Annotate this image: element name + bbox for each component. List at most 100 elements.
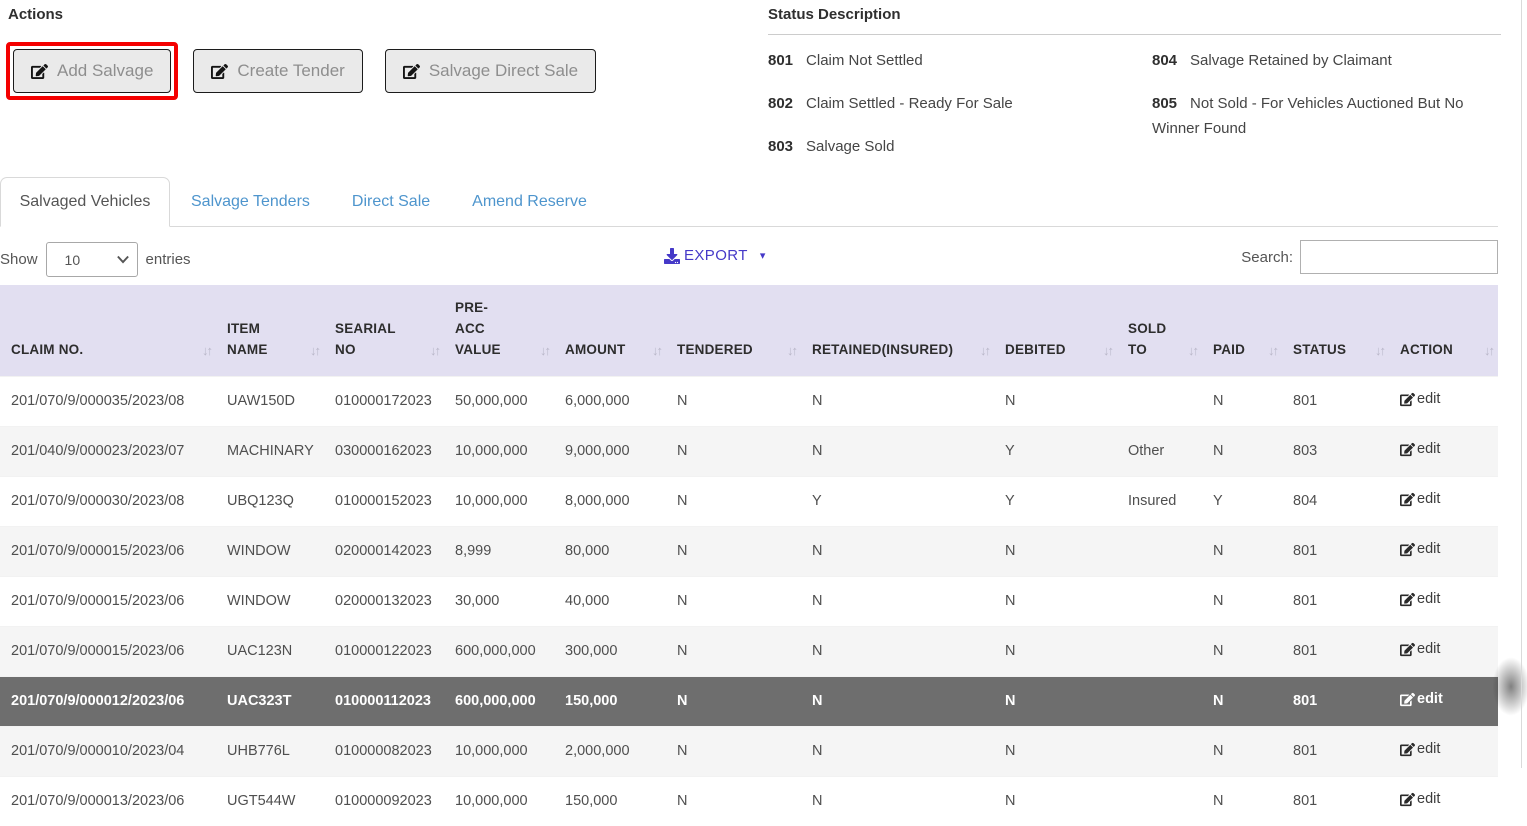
status-text: Claim Not Settled xyxy=(806,52,923,69)
column-header-sold-to[interactable]: SOLD TO ↓↑ xyxy=(1117,285,1202,377)
edit-label: edit xyxy=(1417,377,1440,422)
action-cell: edit xyxy=(1389,477,1498,527)
table-row[interactable]: 201/070/9/000015/2023/06UAC123N010000122… xyxy=(0,627,1498,677)
cell-serial-no: 010000082023 xyxy=(324,727,444,777)
table-body: 201/070/9/000035/2023/08UAW150D010000172… xyxy=(0,377,1498,826)
export-button[interactable]: EXPORT ▾ xyxy=(664,247,765,264)
cell-retained-insured: N xyxy=(801,577,994,627)
table-row[interactable]: 201/070/9/000013/2023/06UGT544W010000092… xyxy=(0,777,1498,826)
cell-status: 803 xyxy=(1282,427,1389,477)
cell-claim-no: 201/070/9/000030/2023/08 xyxy=(0,477,216,527)
action-cell: edit xyxy=(1389,577,1498,627)
edit-link[interactable]: edit xyxy=(1400,777,1440,822)
cell-paid: N xyxy=(1202,577,1282,627)
sort-icon: ↓↑ xyxy=(980,340,989,361)
edit-link[interactable]: edit xyxy=(1400,627,1440,672)
entries-label: entries xyxy=(146,251,191,268)
status-code: 802 xyxy=(768,95,793,112)
sort-icon: ↓↑ xyxy=(1375,340,1384,361)
page-right-edge xyxy=(1521,0,1522,768)
status-text: Salvage Retained by Claimant xyxy=(1190,52,1392,69)
cell-amount: 150,000 xyxy=(554,777,666,826)
table-row[interactable]: 201/070/9/000030/2023/08UBQ123Q010000152… xyxy=(0,477,1498,527)
action-cell: edit xyxy=(1389,427,1498,477)
cell-status: 801 xyxy=(1282,727,1389,777)
column-header-status[interactable]: STATUS ↓↑ xyxy=(1282,285,1389,377)
table-row[interactable]: 201/070/9/000012/2023/06UAC323T010000112… xyxy=(0,677,1498,727)
edit-link[interactable]: edit xyxy=(1400,677,1443,722)
table-row[interactable]: 201/070/9/000015/2023/06WINDOW0200001320… xyxy=(0,577,1498,627)
cell-paid: Y xyxy=(1202,477,1282,527)
tab-direct-sale[interactable]: Direct Sale xyxy=(331,177,451,226)
salvage-direct-sale-button[interactable]: Salvage Direct Sale xyxy=(385,49,596,93)
cell-item-name: UAC123N xyxy=(216,627,324,677)
status-code: 804 xyxy=(1152,52,1177,69)
cell-claim-no: 201/070/9/000012/2023/06 xyxy=(0,677,216,727)
cell-claim-no: 201/070/9/000035/2023/08 xyxy=(0,377,216,427)
tab-salvage-tenders[interactable]: Salvage Tenders xyxy=(170,177,331,226)
sort-icon: ↓↑ xyxy=(1484,340,1493,361)
column-header-action[interactable]: ACTION ↓↑ xyxy=(1389,285,1498,377)
edit-icon xyxy=(1400,492,1415,507)
status-item: 803Salvage Sold xyxy=(768,134,1152,159)
tab-amend-reserve[interactable]: Amend Reserve xyxy=(451,177,608,226)
column-header-serial-no[interactable]: SEARIAL NO ↓↑ xyxy=(324,285,444,377)
salvaged-vehicles-table: CLAIM NO. ↓↑ ITEM NAME ↓↑ SEARIAL NO ↓↑ … xyxy=(0,285,1498,826)
cell-debited: Y xyxy=(994,427,1117,477)
status-column-right: 804Salvage Retained by Claimant 805Not S… xyxy=(1152,48,1497,177)
column-header-retained-insured[interactable]: RETAINED(INSURED) ↓↑ xyxy=(801,285,994,377)
cell-status: 801 xyxy=(1282,627,1389,677)
cell-amount: 8,000,000 xyxy=(554,477,666,527)
sort-icon: ↓↑ xyxy=(1268,340,1277,361)
caret-down-icon: ▾ xyxy=(760,249,766,262)
edit-link[interactable]: edit xyxy=(1400,477,1440,522)
cell-pre-acc-value: 50,000,000 xyxy=(444,377,554,427)
table-header-row: CLAIM NO. ↓↑ ITEM NAME ↓↑ SEARIAL NO ↓↑ … xyxy=(0,285,1498,377)
column-header-amount[interactable]: AMOUNT ↓↑ xyxy=(554,285,666,377)
status-item: 802Claim Settled - Ready For Sale xyxy=(768,91,1152,116)
edit-link[interactable]: edit xyxy=(1400,527,1440,572)
sort-icon: ↓↑ xyxy=(430,340,439,361)
cell-sold-to: Other xyxy=(1117,427,1202,477)
cell-debited: N xyxy=(994,677,1117,727)
edit-link[interactable]: edit xyxy=(1400,577,1440,622)
add-salvage-button[interactable]: Add Salvage xyxy=(13,49,171,93)
table-row[interactable]: 201/070/9/000015/2023/06WINDOW0200001420… xyxy=(0,527,1498,577)
edit-icon xyxy=(1400,442,1415,457)
edit-link[interactable]: edit xyxy=(1400,377,1440,422)
cell-sold-to xyxy=(1117,777,1202,826)
column-header-paid[interactable]: PAID ↓↑ xyxy=(1202,285,1282,377)
cell-claim-no: 201/070/9/000015/2023/06 xyxy=(0,527,216,577)
column-header-claim-no[interactable]: CLAIM NO. ↓↑ xyxy=(0,285,216,377)
cell-tendered: N xyxy=(666,477,801,527)
search-input[interactable] xyxy=(1300,240,1498,274)
column-header-label: ITEM NAME xyxy=(227,318,273,360)
column-header-label: STATUS xyxy=(1293,342,1346,357)
column-header-tendered[interactable]: TENDERED ↓↑ xyxy=(666,285,801,377)
action-cell: edit xyxy=(1389,377,1498,427)
cell-status: 801 xyxy=(1282,527,1389,577)
tab-salvaged-vehicles[interactable]: Salvaged Vehicles xyxy=(0,177,170,227)
column-header-pre-acc-value[interactable]: PRE- ACC VALUE ↓↑ xyxy=(444,285,554,377)
column-header-item-name[interactable]: ITEM NAME ↓↑ xyxy=(216,285,324,377)
table-header: CLAIM NO. ↓↑ ITEM NAME ↓↑ SEARIAL NO ↓↑ … xyxy=(0,285,1498,377)
cell-retained-insured: N xyxy=(801,627,994,677)
table-row[interactable]: 201/040/9/000023/2023/07MACHINARY0300001… xyxy=(0,427,1498,477)
create-tender-button[interactable]: Create Tender xyxy=(193,49,362,93)
action-button-label: Create Tender xyxy=(237,61,344,81)
edit-link[interactable]: edit xyxy=(1400,427,1440,472)
page-size-select[interactable]: 10 xyxy=(46,242,138,277)
table-row[interactable]: 201/070/9/000010/2023/04UHB776L010000082… xyxy=(0,727,1498,777)
cell-pre-acc-value: 10,000,000 xyxy=(444,727,554,777)
edit-label: edit xyxy=(1417,627,1440,672)
cell-debited: N xyxy=(994,527,1117,577)
column-header-label: ACTION xyxy=(1400,342,1453,357)
cell-item-name: UAW150D xyxy=(216,377,324,427)
edit-icon xyxy=(1400,542,1415,557)
table-row[interactable]: 201/070/9/000035/2023/08UAW150D010000172… xyxy=(0,377,1498,427)
sort-icon: ↓↑ xyxy=(310,340,319,361)
action-button-wrapper: Salvage Direct Sale xyxy=(378,42,603,100)
cell-pre-acc-value: 8,999 xyxy=(444,527,554,577)
edit-link[interactable]: edit xyxy=(1400,727,1440,772)
column-header-debited[interactable]: DEBITED ↓↑ xyxy=(994,285,1117,377)
